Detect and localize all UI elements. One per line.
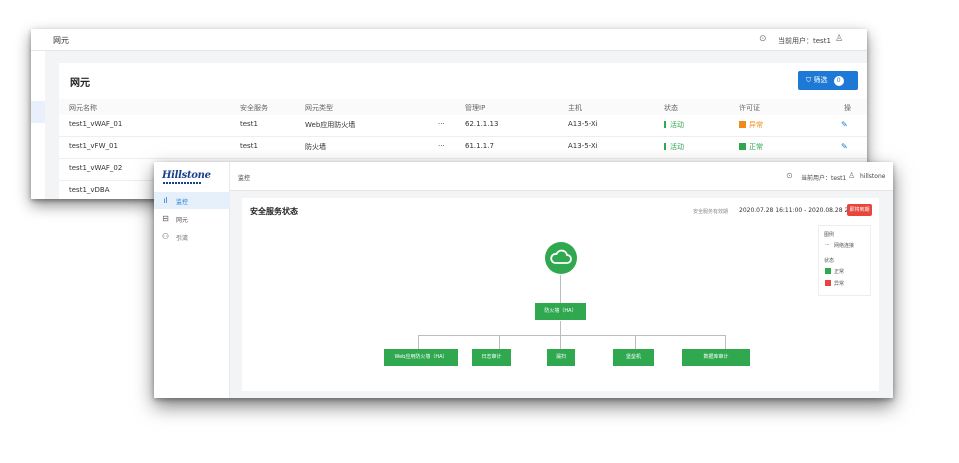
monitor-window: Hillstone ıl 监控 ⊟ 网元 ⚇ 引流 监控 ⊙ 当前用户：test… bbox=[154, 162, 893, 398]
column-header-name[interactable]: 网元名称 bbox=[69, 103, 97, 113]
user-icon[interactable]: ♙ bbox=[848, 171, 855, 180]
expiring-soon-badge[interactable]: 即将到期 bbox=[847, 204, 872, 216]
column-header-service[interactable]: 安全服务 bbox=[240, 103, 268, 113]
edit-user-icon[interactable]: ✎ bbox=[841, 120, 848, 129]
link-line bbox=[560, 335, 561, 349]
link-line bbox=[560, 321, 561, 335]
topology-legend: 图例 ·– 网络连接 状态 正常 异常 bbox=[818, 225, 871, 296]
sidebar-item-label: 网元 bbox=[176, 217, 189, 224]
element-type: 防火墙 bbox=[305, 143, 326, 151]
license-label: 异常 bbox=[749, 121, 763, 129]
sidebar bbox=[31, 51, 45, 199]
filter-count-badge: 0 bbox=[833, 76, 844, 86]
link-line bbox=[560, 275, 561, 303]
warning-icon bbox=[739, 121, 746, 128]
more-icon[interactable]: ··· bbox=[438, 142, 445, 150]
check-icon bbox=[739, 143, 746, 150]
element-name: test1_vFW_01 bbox=[69, 142, 118, 150]
user-name[interactable]: hillstone bbox=[860, 173, 885, 180]
link-line bbox=[725, 335, 726, 349]
link-line-icon: ·– bbox=[825, 242, 830, 248]
status-active: 活动 bbox=[664, 120, 684, 130]
filter-label: 筛选 bbox=[813, 76, 828, 84]
table-row[interactable]: test1_vFW_01 test1 防火墙 ··· 61.1.1.7 A13-… bbox=[59, 137, 867, 159]
management-ip: 61.1.1.7 bbox=[465, 142, 494, 150]
legend-item-normal: 正常 bbox=[834, 269, 845, 275]
column-header-type[interactable]: 网元类型 bbox=[305, 103, 333, 113]
waf-ha-node[interactable]: Web应用防火墙（HA） bbox=[384, 349, 458, 366]
edit-user-icon[interactable]: ✎ bbox=[841, 142, 848, 151]
filter-button[interactable]: ⛉ 筛选 0 bbox=[798, 71, 858, 90]
sidebar-item-label: 监控 bbox=[176, 199, 189, 206]
column-header-ip[interactable]: 管理IP bbox=[465, 103, 485, 113]
link-line bbox=[418, 335, 725, 336]
element-name: test1_vWAF_02 bbox=[69, 164, 123, 172]
link-line bbox=[635, 335, 636, 349]
sidebar-item-traffic[interactable]: ⚇ 引流 bbox=[154, 228, 230, 245]
host-name: A13-5-Xi bbox=[568, 120, 598, 128]
element-name: test1_vWAF_01 bbox=[69, 120, 123, 128]
license-status: 异常 bbox=[739, 120, 763, 130]
vuln-scan-node[interactable]: 漏扫 bbox=[547, 349, 575, 366]
db-audit-node[interactable]: 数据库审计 bbox=[682, 349, 750, 366]
legend-section-title: 图例 bbox=[824, 232, 835, 238]
sidebar-item-network-element[interactable]: ⊟ 网元 bbox=[154, 210, 230, 227]
column-header-license[interactable]: 许可证 bbox=[739, 103, 760, 113]
cloud-icon bbox=[550, 249, 572, 264]
location-icon[interactable]: ⊙ bbox=[759, 34, 769, 45]
page-title: 监控 bbox=[238, 175, 251, 182]
element-name: test1_vDBA bbox=[69, 186, 110, 194]
legend-item-link: 网络连接 bbox=[834, 243, 855, 249]
log-audit-node[interactable]: 日志审计 bbox=[472, 349, 511, 366]
service-name: test1 bbox=[240, 142, 258, 150]
current-user-label: 当前用户：test1 bbox=[801, 175, 847, 182]
sidebar: Hillstone ıl 监控 ⊟ 网元 ⚇ 引流 bbox=[154, 162, 230, 398]
column-header-status[interactable]: 状态 bbox=[664, 103, 678, 113]
panel-title: 网元 bbox=[70, 78, 90, 89]
page-title: 网元 bbox=[53, 36, 69, 45]
filter-icon: ⛉ bbox=[806, 76, 812, 84]
sidebar-item-monitor[interactable]: ıl 监控 bbox=[154, 192, 230, 209]
sidebar-item-selected[interactable] bbox=[31, 101, 45, 123]
management-ip: 62.1.1.13 bbox=[465, 120, 499, 128]
element-type: Web应用防火墙 bbox=[305, 121, 356, 129]
logo-tagline bbox=[163, 182, 201, 184]
security-service-panel: 安全服务状态 安全服务有效期 2020.07.28 16:11:00 - 202… bbox=[242, 198, 879, 391]
link-line bbox=[418, 335, 419, 349]
license-label: 正常 bbox=[749, 143, 763, 151]
column-header-action[interactable]: 操 bbox=[844, 103, 851, 113]
table-header: 网元名称 安全服务 网元类型 管理IP 主机 状态 许可证 操 bbox=[59, 99, 867, 115]
normal-swatch-icon bbox=[825, 268, 831, 274]
current-user-label: 当前用户：test1 bbox=[778, 37, 831, 45]
status-active: 活动 bbox=[664, 142, 684, 152]
legend-item-abnormal: 异常 bbox=[834, 281, 845, 287]
cloud-node[interactable] bbox=[545, 242, 577, 274]
bastion-host-node[interactable]: 堡垒机 bbox=[613, 349, 654, 366]
column-header-host[interactable]: 主机 bbox=[568, 103, 582, 113]
sidebar-item-label: 引流 bbox=[176, 235, 189, 242]
legend-section-title: 状态 bbox=[824, 258, 835, 264]
host-name: A13-5-Xi bbox=[568, 142, 598, 150]
hillstone-logo: Hillstone bbox=[162, 170, 211, 181]
bar-chart-icon: ıl bbox=[163, 196, 168, 205]
license-status: 正常 bbox=[739, 142, 763, 152]
server-icon: ⊟ bbox=[162, 214, 169, 223]
user-icon[interactable]: ♙ bbox=[835, 34, 843, 44]
table-row[interactable]: test1_vWAF_01 test1 Web应用防火墙 ··· 62.1.1.… bbox=[59, 115, 867, 137]
validity-label: 安全服务有效期 bbox=[693, 209, 729, 215]
firewall-ha-node[interactable]: 防火墙（HA） bbox=[535, 303, 586, 320]
panel-title: 安全服务状态 bbox=[250, 207, 298, 216]
abnormal-swatch-icon bbox=[825, 280, 831, 286]
more-icon[interactable]: ··· bbox=[438, 120, 445, 128]
top-bar: 网元 ⊙ 当前用户：test1 ♙ bbox=[31, 29, 867, 51]
service-name: test1 bbox=[240, 120, 258, 128]
flow-icon: ⚇ bbox=[161, 232, 170, 241]
link-line bbox=[499, 335, 500, 349]
top-bar: 监控 ⊙ 当前用户：test1 ♙ hillstone bbox=[230, 162, 893, 191]
location-icon[interactable]: ⊙ bbox=[786, 171, 793, 180]
